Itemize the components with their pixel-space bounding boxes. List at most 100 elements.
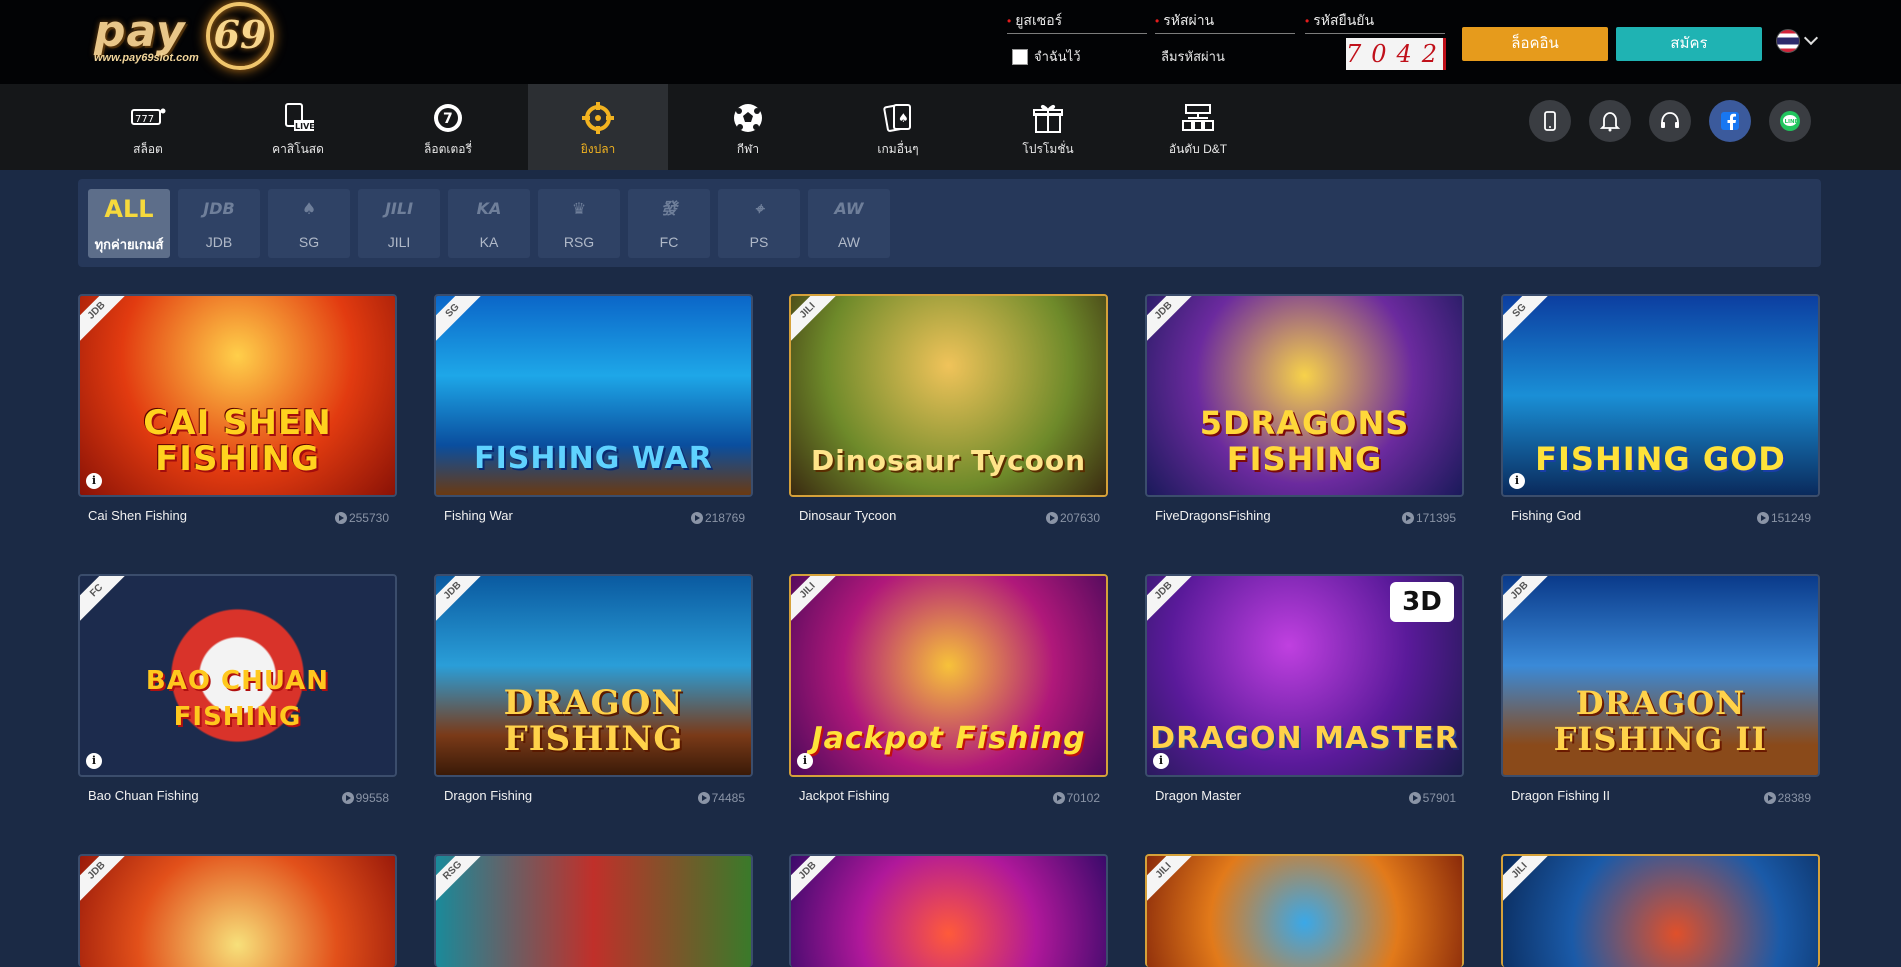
captcha-field[interactable]: • รหัสยืนยัน: [1305, 10, 1445, 34]
provider-all[interactable]: ALL ทุกค่ายเกมส์: [88, 189, 170, 258]
site-logo[interactable]: pay 69 www.pay69slot.com: [88, 2, 278, 74]
provider-logo: JDB: [203, 199, 235, 218]
game-card[interactable]: JDB: [789, 854, 1108, 967]
forgot-password-link[interactable]: ลืมรหัสผ่าน: [1161, 46, 1225, 67]
game-art-title: FISHING WAR: [474, 441, 713, 476]
info-icon[interactable]: i: [1509, 473, 1525, 489]
provider-label: ทุกค่ายเกมส์: [94, 237, 164, 252]
nav-item-promotion[interactable]: โปรโมชั่น: [978, 84, 1118, 170]
provider-jdb[interactable]: JDB JDB: [178, 189, 260, 258]
provider-label: FC: [659, 234, 679, 250]
support-button[interactable]: [1649, 100, 1691, 142]
info-icon[interactable]: i: [86, 473, 102, 489]
play-icon: [1763, 792, 1776, 804]
game-card-jackpot-fishing[interactable]: Jackpot Fishing JILI i: [789, 574, 1108, 777]
cards-icon: ♠: [880, 102, 916, 134]
svg-text:777: 777: [135, 114, 154, 125]
captcha-image: 7042: [1346, 38, 1448, 70]
play-count-value: 255730: [348, 511, 389, 525]
nav-item-slot[interactable]: 777 สล็อต: [78, 84, 218, 170]
mobile-icon: [1544, 111, 1556, 131]
game-name[interactable]: Cai Shen Fishing: [88, 508, 187, 523]
lottery-icon: 7: [430, 102, 466, 134]
info-icon[interactable]: i: [797, 753, 813, 769]
game-card-bao-chuan-fishing[interactable]: BAO CHUAN FISHING FC i: [78, 574, 397, 777]
game-card-dinosaur-tycoon[interactable]: Dinosaur Tycoon JILI: [789, 294, 1108, 497]
username-field[interactable]: • ยูสเซอร์: [1007, 10, 1147, 34]
game-art-title: DRAGON FISHING: [503, 683, 684, 759]
nav-label: โปรโมชั่น: [1022, 142, 1074, 156]
provider-fc[interactable]: 發 FC: [628, 189, 710, 258]
remember-checkbox[interactable]: [1012, 48, 1028, 65]
game-name[interactable]: Dragon Fishing II: [1511, 788, 1610, 803]
game-name[interactable]: Fishing War: [444, 508, 513, 523]
captcha-label: รหัสยืนยัน: [1313, 12, 1375, 28]
play-count: 70102: [1000, 790, 1100, 805]
provider-logo: ⌖: [754, 199, 764, 218]
nav-item-other-games[interactable]: ♠ เกมอื่นๆ: [828, 84, 968, 170]
username-label: ยูสเซอร์: [1015, 12, 1063, 28]
nav-item-sports[interactable]: กีฬา: [678, 84, 818, 170]
provider-jili[interactable]: JILI JILI: [358, 189, 440, 258]
game-card-dragon-fishing-ii[interactable]: DRAGON FISHING II JDB: [1501, 574, 1820, 777]
register-button[interactable]: สมัคร: [1616, 27, 1762, 61]
live-casino-icon: LIVE: [280, 102, 316, 134]
nav-item-ranking[interactable]: อันดับ D&T: [1128, 84, 1268, 170]
play-count: 99558: [289, 790, 389, 805]
provider-ps[interactable]: ⌖ PS: [718, 189, 800, 258]
login-button[interactable]: ล็อคอิน: [1462, 27, 1608, 61]
game-name[interactable]: Fishing God: [1511, 508, 1581, 523]
provider-aw[interactable]: AW AW: [808, 189, 890, 258]
game-name[interactable]: Bao Chuan Fishing: [88, 788, 199, 803]
game-card-fishing-war[interactable]: FISHING WAR SG: [434, 294, 753, 497]
bell-icon: [1599, 112, 1621, 132]
game-name[interactable]: Jackpot Fishing: [799, 788, 889, 803]
required-marker: •: [1155, 14, 1160, 28]
remember-me[interactable]: จำฉันไว้: [1012, 46, 1081, 67]
provider-label: KA: [479, 234, 499, 250]
game-card[interactable]: RSG: [434, 854, 753, 967]
password-field[interactable]: • รหัสผ่าน: [1155, 10, 1295, 34]
provider-ka[interactable]: KA KA: [448, 189, 530, 258]
info-icon[interactable]: i: [1153, 753, 1169, 769]
game-name[interactable]: Dinosaur Tycoon: [799, 508, 896, 523]
game-card-dragon-fishing[interactable]: DRAGON FISHING JDB: [434, 574, 753, 777]
game-card[interactable]: JDB: [78, 854, 397, 967]
game-card-fishing-god[interactable]: FISHING GOD SG i: [1501, 294, 1820, 497]
game-card[interactable]: JILI: [1145, 854, 1464, 967]
nav-item-fishing[interactable]: ยิงปลา: [528, 84, 668, 170]
play-count: 151249: [1711, 510, 1811, 525]
password-label: รหัสผ่าน: [1163, 12, 1215, 28]
game-card-dragon-master[interactable]: 3D DRAGON MASTER JDB i: [1145, 574, 1464, 777]
provider-logo: ♠: [301, 199, 317, 218]
nav-item-lottery[interactable]: 7 ล็อตเตอรี่: [378, 84, 518, 170]
provider-rsg[interactable]: ♛ RSG: [538, 189, 620, 258]
game-name[interactable]: Dragon Fishing: [444, 788, 532, 803]
game-card[interactable]: JILI: [1501, 854, 1820, 967]
nav-label: ยิงปลา: [580, 142, 616, 156]
game-art-title: BAO CHUAN FISHING: [145, 666, 330, 732]
game-name[interactable]: Dragon Master: [1155, 788, 1241, 803]
play-icon: [1052, 792, 1065, 804]
nav-item-live-casino[interactable]: LIVE คาสิโนสด: [228, 84, 368, 170]
game-card-cai-shen-fishing[interactable]: CAI SHEN FISHING JDB i: [78, 294, 397, 497]
nav-label: อันดับ D&T: [1168, 142, 1228, 156]
svg-text:♠: ♠: [898, 111, 909, 125]
game-card-five-dragons-fishing[interactable]: 5DRAGONS FISHING JDB: [1145, 294, 1464, 497]
language-selector[interactable]: [1776, 29, 1819, 53]
notification-button[interactable]: [1589, 100, 1631, 142]
facebook-button[interactable]: [1709, 100, 1751, 142]
play-count-value: 171395: [1415, 511, 1456, 525]
mobile-button[interactable]: [1529, 100, 1571, 142]
slot-icon: 777: [130, 102, 166, 134]
provider-label: JILI: [387, 234, 411, 250]
line-icon: LINE: [1780, 111, 1800, 131]
info-icon[interactable]: i: [86, 753, 102, 769]
play-icon: [1408, 792, 1421, 804]
game-art-title: Dinosaur Tycoon: [810, 444, 1087, 477]
play-count-value: 70102: [1066, 791, 1100, 805]
soccer-ball-icon: [730, 102, 766, 134]
line-button[interactable]: LINE: [1769, 100, 1811, 142]
provider-sg[interactable]: ♠ SG: [268, 189, 350, 258]
game-name[interactable]: FiveDragonsFishing: [1155, 508, 1271, 523]
